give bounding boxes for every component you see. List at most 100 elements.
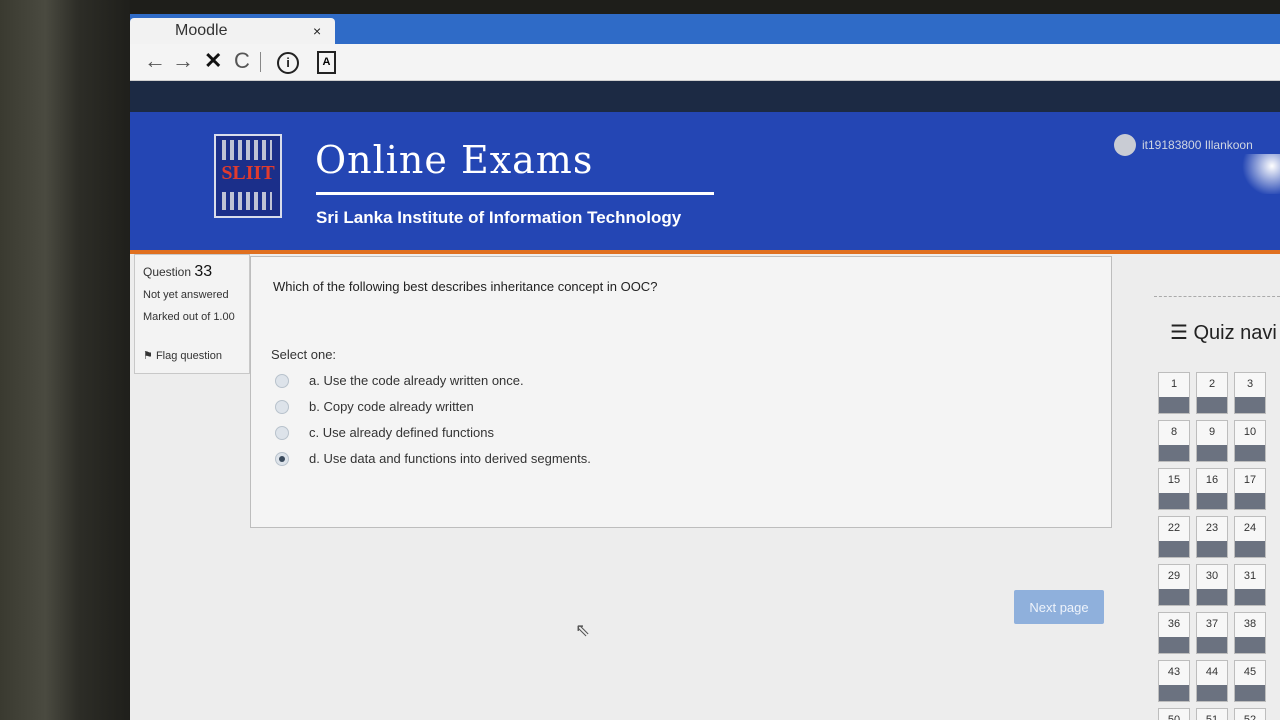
answer-radio-d[interactable] [275, 452, 289, 466]
logo-pattern-top [222, 140, 272, 160]
answer-option-b[interactable]: b. Copy code already written [275, 399, 775, 421]
quiz-nav-status-bar [1197, 541, 1227, 557]
question-marks: Marked out of 1.00 [143, 311, 235, 323]
quiz-nav-number: 15 [1167, 474, 1181, 486]
quiz-nav-button[interactable]: 10 [1234, 420, 1266, 462]
answer-option-d[interactable]: d. Use data and functions into derived s… [275, 451, 775, 473]
quiz-nav-button[interactable]: 38 [1234, 612, 1266, 654]
quiz-nav-button[interactable]: 51 [1196, 708, 1228, 720]
back-icon[interactable]: ← [144, 48, 166, 74]
flag-question-link[interactable]: ⚑ Flag question [143, 349, 222, 362]
quiz-nav-number: 44 [1205, 666, 1219, 678]
quiz-nav-status-bar [1235, 493, 1265, 509]
quiz-nav-number: 36 [1167, 618, 1181, 630]
quiz-nav-status-bar [1235, 685, 1265, 701]
toolbar-divider [260, 52, 261, 72]
quiz-nav-button[interactable]: 24 [1234, 516, 1266, 558]
reader-mode-icon[interactable]: A [317, 51, 336, 74]
answer-option-a[interactable]: a. Use the code already written once. [275, 373, 775, 395]
question-number-label: Question [143, 265, 192, 279]
question-text: Which of the following best describes in… [273, 279, 658, 294]
site-subtitle: Sri Lanka Institute of Information Techn… [316, 208, 682, 227]
site-banner: SLIIT Online Exams Sri Lanka Institute o… [130, 112, 1280, 254]
quiz-nav-status-bar [1235, 397, 1265, 413]
quiz-nav-status-bar [1197, 445, 1227, 461]
quiz-nav-number: 23 [1205, 522, 1219, 534]
quiz-nav-button[interactable]: 45 [1234, 660, 1266, 702]
quiz-nav-status-bar [1235, 589, 1265, 605]
info-icon[interactable]: i [277, 52, 299, 74]
quiz-nav-button[interactable]: 23 [1196, 516, 1228, 558]
answer-label-b: b. Copy code already written [309, 399, 474, 414]
quiz-nav-status-bar [1197, 685, 1227, 701]
question-info-panel: Question 33 Not yet answered Marked out … [134, 254, 250, 374]
screen: Moodle × ← → ✕ C i A SLIIT Online Exams … [130, 14, 1280, 720]
quiz-nav-button[interactable]: 8 [1158, 420, 1190, 462]
quiz-navigation-panel: ☰ Quiz navi 1 2 3 8 9 10 15 16 17 22 23 24 29 30 31 36 3… [1154, 286, 1280, 720]
quiz-nav-status-bar [1235, 541, 1265, 557]
quiz-nav-status-bar [1159, 541, 1189, 557]
browser-toolbar: ← → ✕ C i A [130, 44, 1280, 81]
quiz-nav-button[interactable]: 3 [1234, 372, 1266, 414]
quiz-nav-button[interactable]: 43 [1158, 660, 1190, 702]
quiz-nav-button[interactable]: 31 [1234, 564, 1266, 606]
quiz-nav-status-bar [1159, 589, 1189, 605]
question-box: Which of the following best describes in… [250, 256, 1112, 528]
quiz-nav-status-bar [1159, 445, 1189, 461]
reload-icon[interactable]: C [234, 48, 250, 74]
user-menu-name[interactable]: it19183800 Illankoon [1142, 138, 1253, 152]
quiz-nav-button[interactable]: 29 [1158, 564, 1190, 606]
sliit-logo: SLIIT [214, 134, 282, 218]
select-one-prompt: Select one: [271, 347, 337, 362]
mouse-pointer-icon: ⇖ [575, 620, 591, 640]
quiz-nav-number: 17 [1243, 474, 1257, 486]
flag-question-label: Flag question [155, 350, 222, 362]
quiz-nav-number: 9 [1208, 426, 1216, 438]
quiz-nav-button[interactable]: 17 [1234, 468, 1266, 510]
quiz-nav-number: 3 [1246, 378, 1254, 390]
tab-close-icon[interactable]: × [313, 23, 321, 39]
quiz-nav-number: 38 [1243, 618, 1257, 630]
quiz-nav-button[interactable]: 50 [1158, 708, 1190, 720]
quiz-nav-status-bar [1159, 397, 1189, 413]
browser-tab[interactable]: Moodle × [130, 18, 335, 44]
answer-radio-a[interactable] [275, 374, 289, 388]
quiz-nav-number: 1 [1170, 378, 1178, 390]
quiz-nav-status-bar [1197, 493, 1227, 509]
quiz-nav-button[interactable]: 9 [1196, 420, 1228, 462]
quiz-nav-button[interactable]: 22 [1158, 516, 1190, 558]
quiz-nav-button[interactable]: 1 [1158, 372, 1190, 414]
forward-icon[interactable]: → [172, 48, 194, 74]
quiz-nav-button[interactable]: 44 [1196, 660, 1228, 702]
user-avatar[interactable] [1114, 134, 1136, 156]
quiz-nav-button[interactable]: 15 [1158, 468, 1190, 510]
stop-icon[interactable]: ✕ [204, 48, 222, 74]
quiz-nav-status-bar [1159, 685, 1189, 701]
question-number-value: 33 [194, 263, 213, 280]
quiz-nav-status-bar [1235, 637, 1265, 653]
next-page-button[interactable]: Next page [1014, 590, 1104, 624]
quiz-nav-status-bar [1159, 493, 1189, 509]
quiz-nav-number: 16 [1205, 474, 1219, 486]
monitor-bezel-left [0, 0, 130, 720]
quiz-nav-button[interactable]: 30 [1196, 564, 1228, 606]
quiz-nav-status-bar [1235, 445, 1265, 461]
quiz-nav-button[interactable]: 16 [1196, 468, 1228, 510]
quiz-nav-button[interactable]: 2 [1196, 372, 1228, 414]
quiz-nav-number: 10 [1243, 426, 1257, 438]
quiz-nav-button[interactable]: 37 [1196, 612, 1228, 654]
quiz-nav-title: ☰ Quiz navi [1170, 322, 1277, 344]
flag-icon: ⚑ [143, 350, 153, 362]
quiz-nav-status-bar [1197, 589, 1227, 605]
quiz-nav-button[interactable]: 52 [1234, 708, 1266, 720]
answer-option-c[interactable]: c. Use already defined functions [275, 425, 775, 447]
answer-radio-c[interactable] [275, 426, 289, 440]
answer-radio-b[interactable] [275, 400, 289, 414]
quiz-nav-button[interactable]: 36 [1158, 612, 1190, 654]
quiz-nav-status-bar [1197, 637, 1227, 653]
quiz-nav-number: 51 [1205, 714, 1219, 720]
title-underline [316, 192, 714, 195]
quiz-nav-status-bar [1197, 397, 1227, 413]
quiz-nav-number: 29 [1167, 570, 1181, 582]
quiz-nav-number: 31 [1243, 570, 1257, 582]
